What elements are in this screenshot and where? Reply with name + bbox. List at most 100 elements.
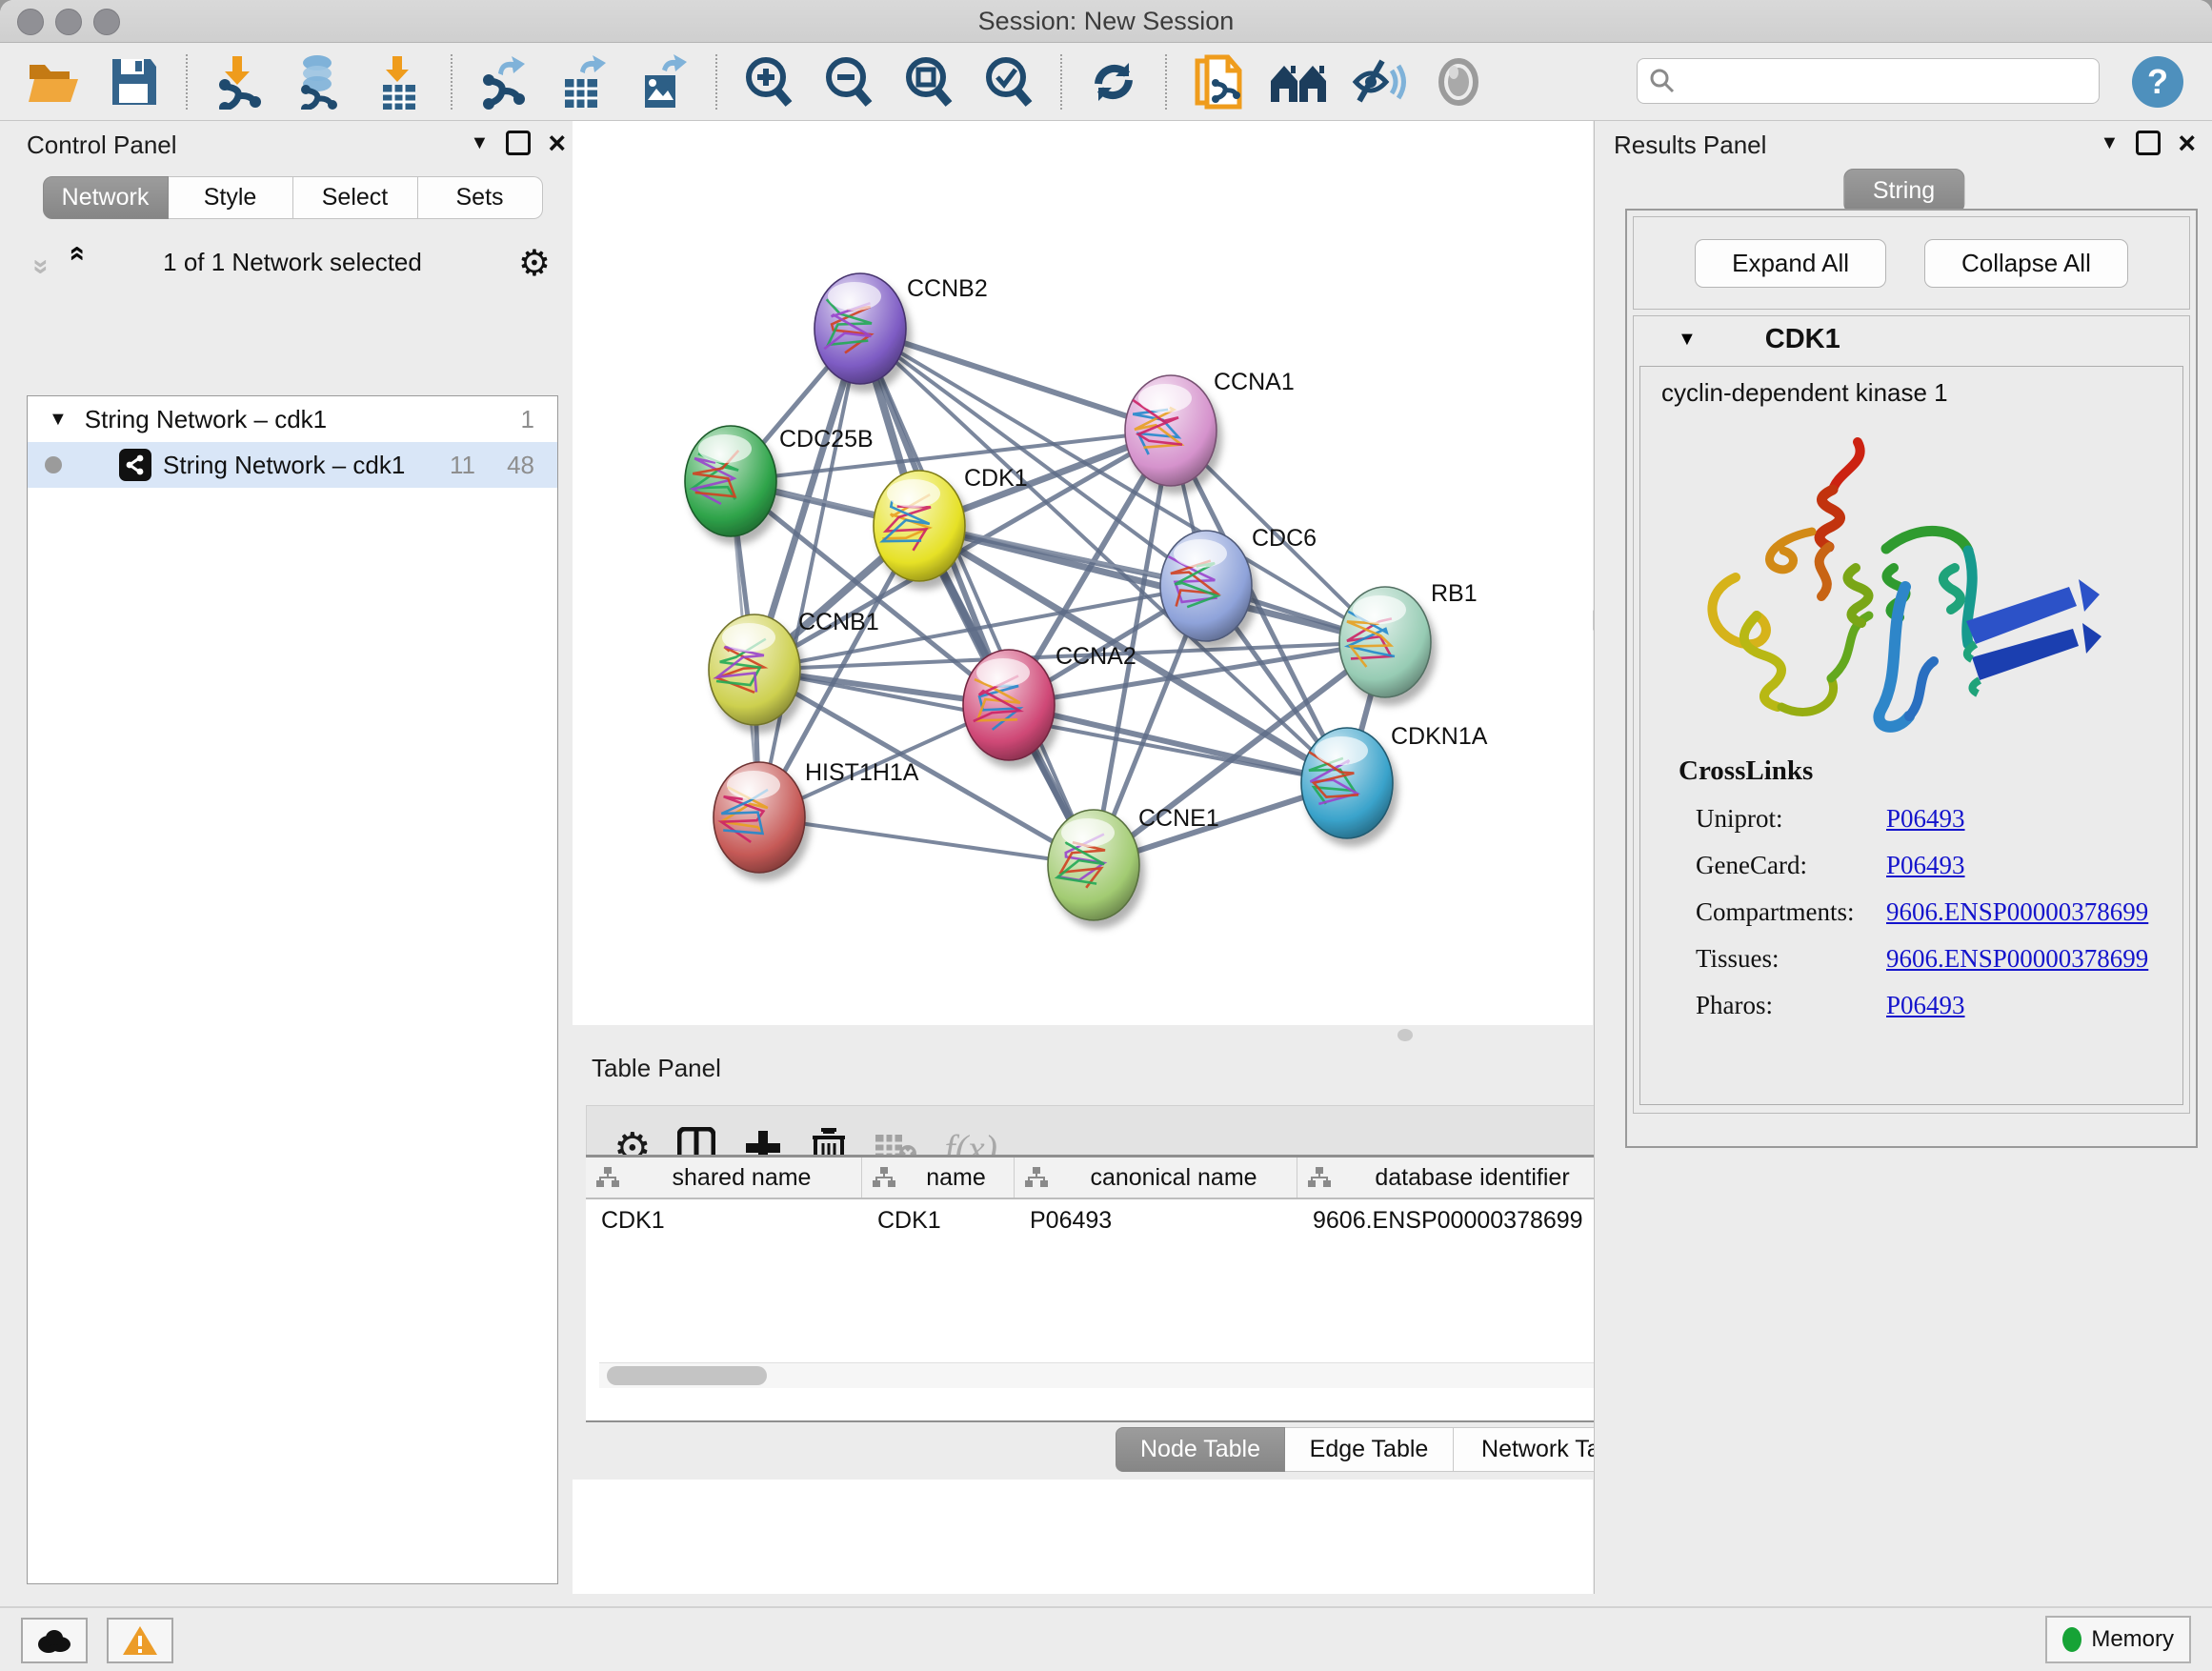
collapse-panel-icon[interactable]: ▼ — [2101, 132, 2120, 154]
scrollbar-thumb[interactable] — [607, 1366, 767, 1385]
eye-slash-icon — [1350, 57, 1407, 107]
crosslink-label: Uniprot: — [1696, 804, 1886, 834]
node-label: CCNA2 — [1056, 643, 1136, 670]
share-document-button[interactable] — [1189, 52, 1248, 111]
save-floppy-icon — [111, 57, 158, 107]
node-label: CDKN1A — [1391, 723, 1488, 750]
network-node-hist1h1a[interactable]: HIST1H1A — [714, 759, 919, 873]
zoom-out-button[interactable] — [819, 52, 878, 111]
open-session-button[interactable] — [25, 52, 84, 111]
network-node-cdk1[interactable]: CDK1 — [874, 465, 1028, 581]
export-image-icon — [637, 54, 691, 110]
table-cell[interactable]: 9606.ENSP00000378699 — [1297, 1207, 1612, 1235]
crosslink-row: Uniprot:P06493 — [1679, 804, 2148, 834]
close-panel-icon[interactable]: × — [548, 133, 566, 152]
gene-expand-caret-icon[interactable]: ▼ — [1678, 329, 1697, 351]
column-header-name[interactable]: name — [862, 1158, 1015, 1198]
float-panel-icon[interactable] — [2136, 131, 2161, 155]
crosslink-link[interactable]: P06493 — [1886, 991, 1965, 1020]
zoom-selected-button[interactable] — [979, 52, 1038, 111]
save-session-button[interactable] — [105, 52, 164, 111]
memory-button[interactable]: Memory — [2045, 1616, 2191, 1663]
tab-edge-table[interactable]: Edge Table — [1285, 1427, 1454, 1472]
network-node-ccna2[interactable]: CCNA2 — [963, 643, 1136, 760]
network-edge[interactable] — [860, 329, 1171, 431]
node-label: CDC6 — [1252, 525, 1317, 552]
hide-selected-button[interactable] — [1349, 52, 1408, 111]
cloud-status-button[interactable] — [21, 1618, 88, 1663]
network-node-count: 11 — [450, 451, 475, 480]
table-cell[interactable]: CDK1 — [586, 1207, 862, 1235]
show-sphere-button[interactable] — [1429, 52, 1488, 111]
horizontal-splitter[interactable] — [573, 1025, 1593, 1044]
refresh-icon — [1087, 55, 1140, 109]
network-canvas[interactable]: CCNB2CCNA1CDC25BCDK1CDC6RB1CCNB1CCNA2CDK… — [604, 123, 1586, 1094]
import-network-file-button[interactable] — [210, 52, 269, 111]
main-toolbar: ? — [0, 43, 2212, 121]
node-label: CDK1 — [964, 465, 1028, 492]
table-cell[interactable]: P06493 — [1015, 1207, 1297, 1235]
zoom-fit-button[interactable] — [899, 52, 958, 111]
network-node-cdkn1a[interactable]: CDKN1A — [1301, 723, 1488, 838]
toolbar-separator — [451, 54, 452, 110]
crosslink-link[interactable]: P06493 — [1886, 851, 1965, 880]
network-edge[interactable] — [1009, 705, 1347, 783]
tab-sets[interactable]: Sets — [418, 176, 543, 219]
houses-icon — [1269, 58, 1328, 106]
import-network-icon — [213, 54, 265, 110]
toolbar-separator — [1165, 54, 1167, 110]
return-home-button[interactable] — [1269, 52, 1328, 111]
tree-expand-caret-icon[interactable]: ▼ — [49, 409, 68, 431]
table-panel-title: Table Panel — [592, 1054, 721, 1082]
network-edge[interactable] — [759, 817, 1094, 865]
refresh-view-button[interactable] — [1084, 52, 1143, 111]
search-input[interactable] — [1637, 58, 2100, 104]
network-row[interactable]: String Network – cdk1 11 48 — [28, 442, 557, 488]
column-header-database-identifier[interactable]: database identifier — [1297, 1158, 1612, 1198]
crosslink-link[interactable]: 9606.ENSP00000378699 — [1886, 897, 2148, 927]
node-label: CCNB1 — [798, 609, 879, 635]
network-collection-row[interactable]: ▼ String Network – cdk1 1 — [28, 396, 557, 442]
export-network-button[interactable] — [474, 52, 533, 111]
collapse-panel-icon[interactable]: ▼ — [471, 132, 490, 154]
export-image-button[interactable] — [634, 52, 694, 111]
search-icon — [1649, 68, 1676, 94]
import-network-database-button[interactable] — [290, 52, 349, 111]
title-bar: Session: New Session — [0, 0, 2212, 43]
horizontal-splitter-handle[interactable] — [1398, 1029, 1413, 1041]
import-table-file-button[interactable] — [370, 52, 429, 111]
table-cell[interactable]: CDK1 — [862, 1207, 1015, 1235]
results-panel: Results Panel ▼ × String Expand All Coll… — [1594, 121, 2212, 1594]
gene-section-header[interactable]: ▼ CDK1 — [1634, 316, 2189, 362]
close-panel-icon[interactable]: × — [2178, 133, 2196, 152]
gray-eye-icon — [1435, 55, 1482, 109]
tab-node-table[interactable]: Node Table — [1116, 1427, 1285, 1472]
tab-string[interactable]: String — [1843, 169, 1964, 213]
help-button[interactable]: ? — [2132, 56, 2183, 108]
zoom-out-icon — [822, 54, 875, 110]
tab-network[interactable]: Network — [43, 176, 169, 219]
network-options-gear-icon[interactable]: ⚙ — [518, 242, 551, 284]
network-node-rb1[interactable]: RB1 — [1339, 580, 1478, 697]
column-header-canonical-name[interactable]: canonical name — [1015, 1158, 1297, 1198]
network-tree: ▼ String Network – cdk1 1 String Network… — [27, 395, 558, 1584]
gene-description: cyclin-dependent kinase 1 — [1661, 378, 2182, 408]
float-panel-icon[interactable] — [506, 131, 531, 155]
tab-select[interactable]: Select — [293, 176, 418, 219]
column-header-shared-name[interactable]: shared name — [586, 1158, 862, 1198]
crosslink-link[interactable]: P06493 — [1886, 804, 1965, 834]
control-panel-header: Control Panel ▼ × — [13, 121, 572, 169]
crosslink-link[interactable]: 9606.ENSP00000378699 — [1886, 944, 2148, 974]
warnings-button[interactable] — [107, 1618, 173, 1663]
tab-style[interactable]: Style — [169, 176, 293, 219]
network-node-ccne1[interactable]: CCNE1 — [1048, 805, 1219, 920]
export-table-button[interactable] — [554, 52, 613, 111]
expand-all-button[interactable]: Expand All — [1695, 239, 1886, 288]
column-header-label: canonical name — [1058, 1164, 1297, 1192]
column-header-label: name — [906, 1164, 1014, 1192]
zoom-in-button[interactable] — [739, 52, 798, 111]
expand-collapse-box: Expand All Collapse All — [1633, 216, 2190, 310]
protein-structure-image — [1669, 425, 2117, 768]
network-node-cdc6[interactable]: CDC6 — [1160, 525, 1317, 641]
collapse-all-button[interactable]: Collapse All — [1924, 239, 2128, 288]
